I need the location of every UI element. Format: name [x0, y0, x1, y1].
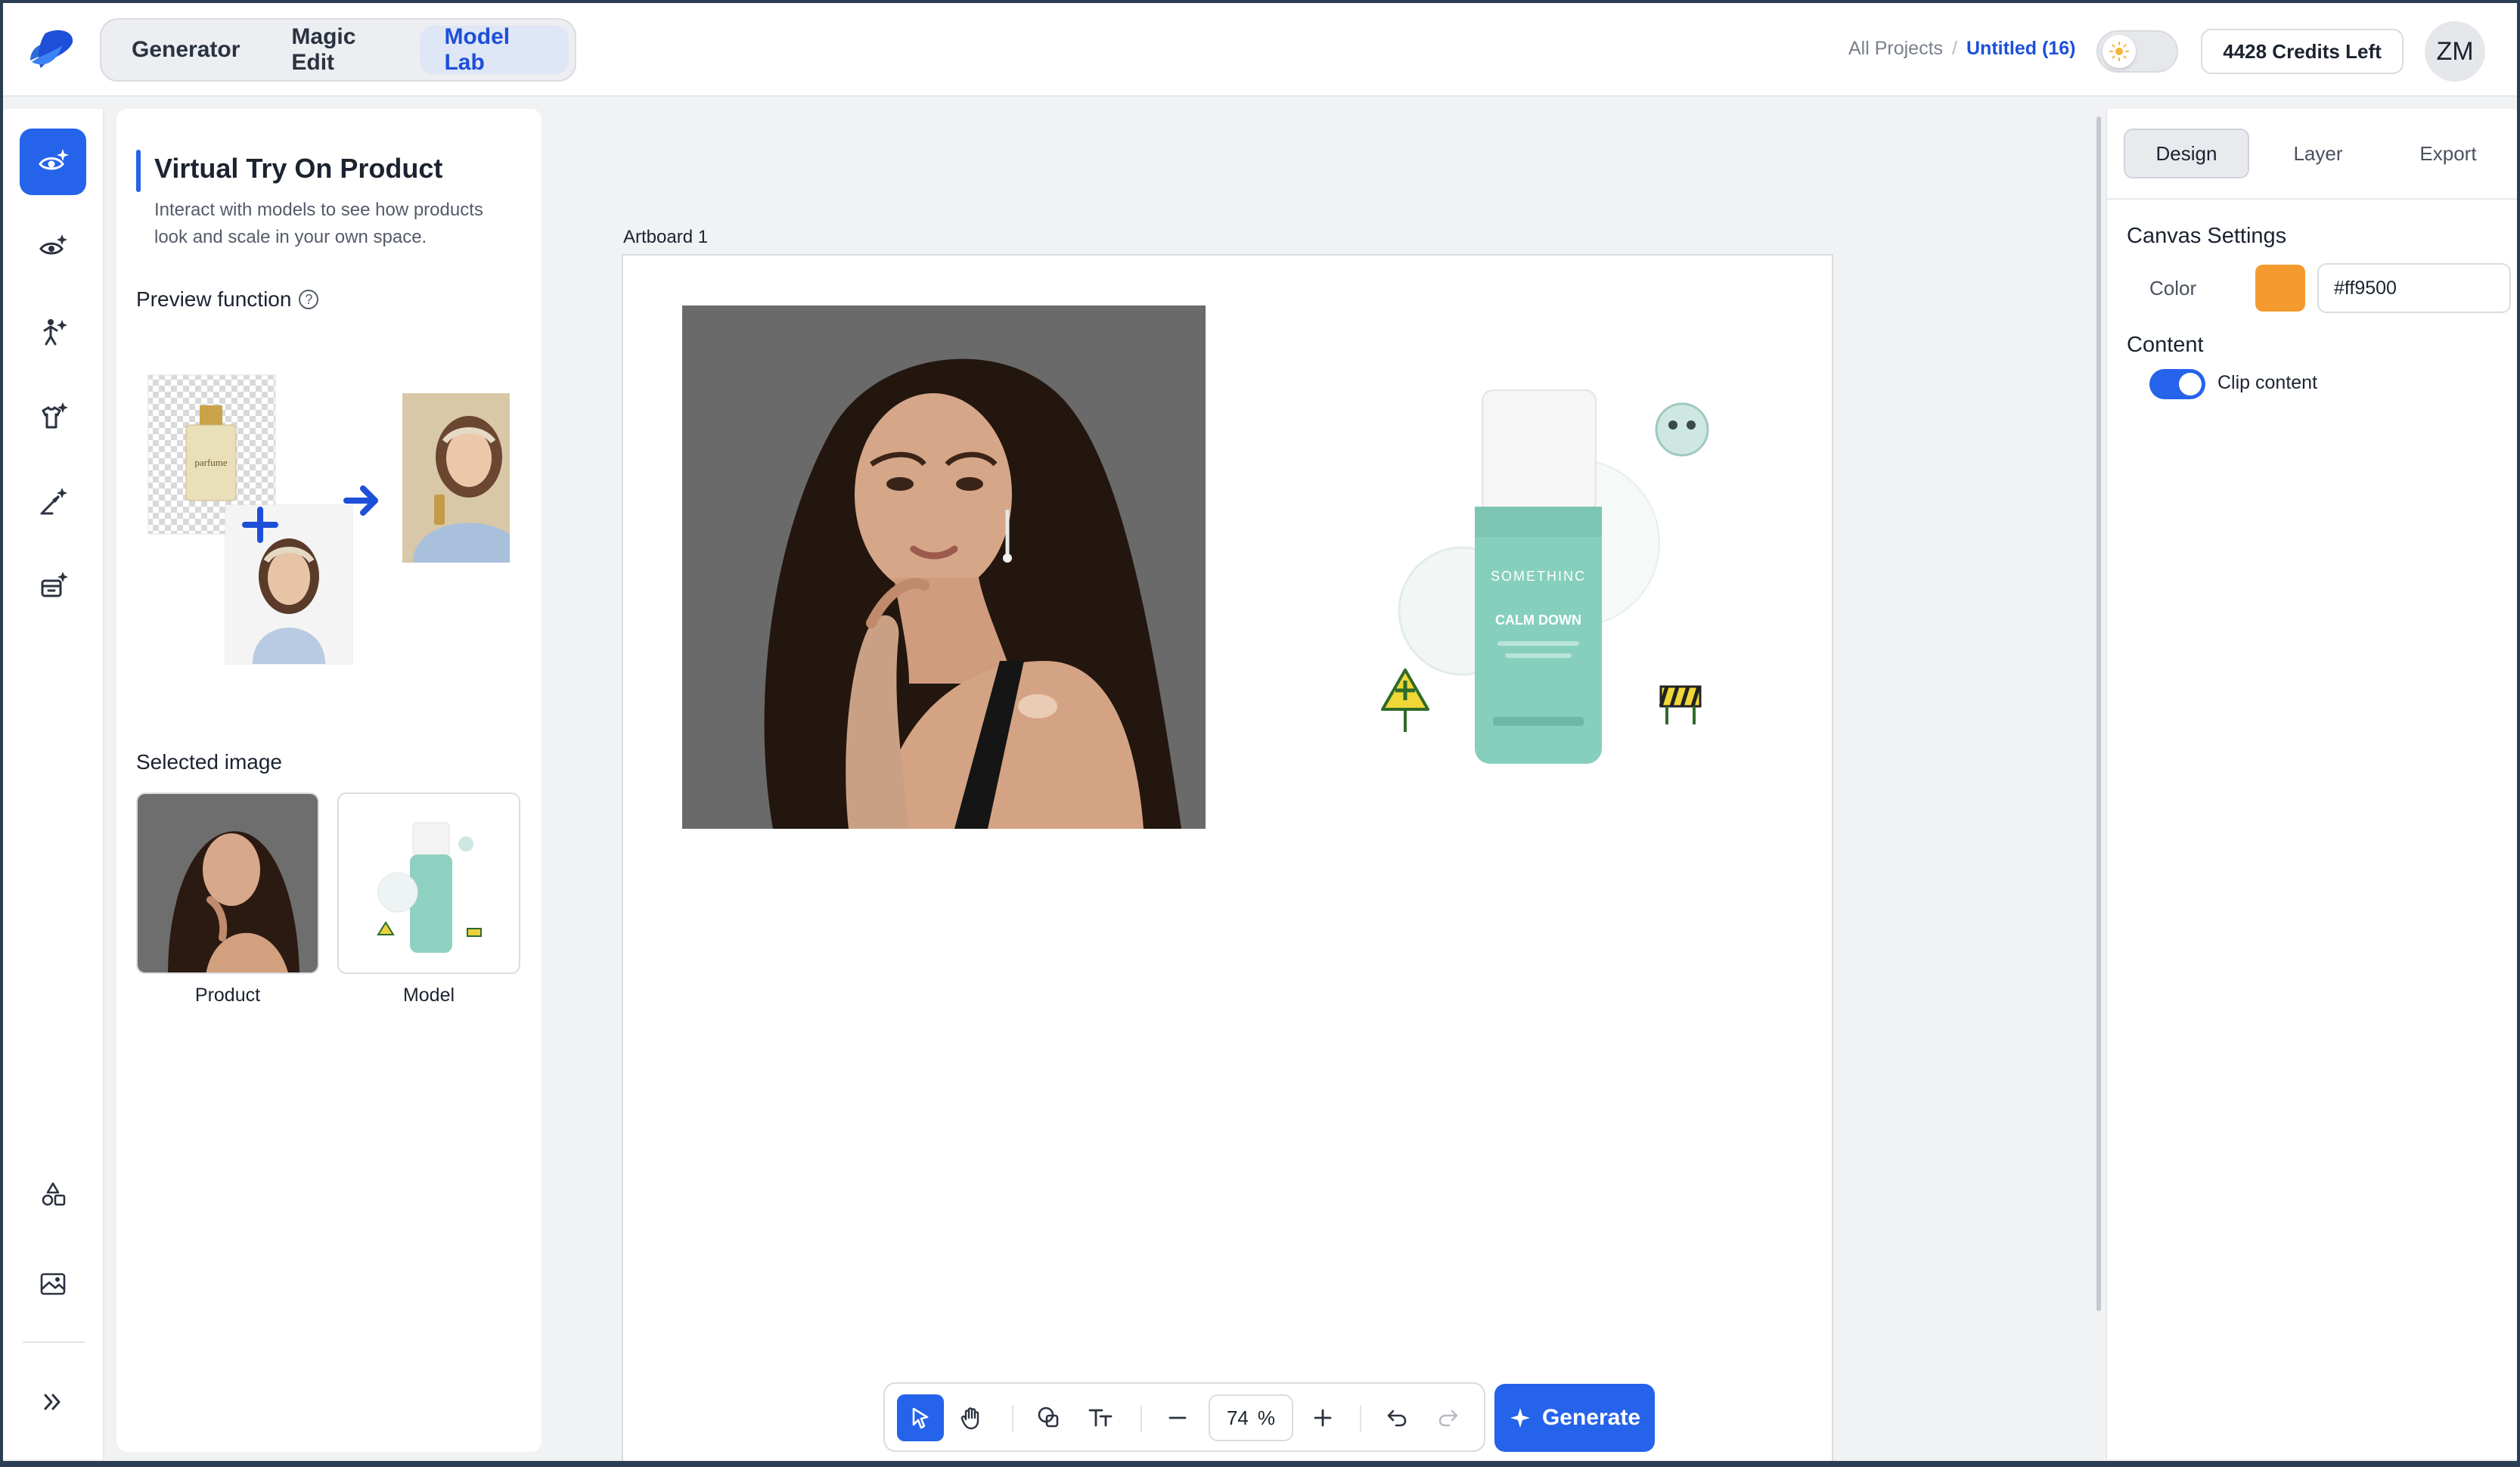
- eye-sparkle-icon: [39, 149, 69, 170]
- model-caption: Model: [402, 985, 455, 1006]
- properties-tabs: Design Layer Export: [2107, 109, 2517, 200]
- selected-image-label: Selected image: [136, 750, 283, 774]
- breadcrumb-current-project[interactable]: Untitled (16): [1966, 38, 2075, 60]
- product-thumb-image: [138, 794, 318, 972]
- shapes-overlap-icon: [1038, 1407, 1059, 1428]
- preview-function-label: Preview function ?: [136, 287, 319, 312]
- canvas-toolbar: 74 %: [883, 1382, 1485, 1452]
- canvas-scrollbar[interactable]: [2096, 116, 2101, 1311]
- tab-model-lab[interactable]: Model Lab: [420, 24, 569, 75]
- credits-badge[interactable]: 4428 Credits Left: [2201, 29, 2404, 74]
- canvas-model-photo[interactable]: [682, 305, 1206, 829]
- rail-apparel-tool[interactable]: [20, 383, 86, 449]
- panel-description: Interact with models to see how products…: [154, 200, 483, 247]
- brush-sparkle-icon: [40, 488, 67, 515]
- product-caption: Product: [194, 985, 261, 1006]
- preview-illustration: parfume: [147, 374, 510, 665]
- rail-assets[interactable]: [20, 1162, 86, 1228]
- panel-title: Virtual Try On Product: [154, 153, 443, 184]
- breadcrumb-separator: /: [1952, 38, 1957, 59]
- rail-brush-tool[interactable]: [20, 467, 86, 534]
- rail-expand-button[interactable]: [20, 1369, 86, 1435]
- person-sparkle-icon: [43, 319, 67, 346]
- artboard[interactable]: SOMETHINC CALM DOWN: [622, 254, 1833, 1461]
- redo-icon: [1438, 1410, 1458, 1427]
- text-icon: [1088, 1409, 1113, 1427]
- rail-virtual-try-on[interactable]: [20, 129, 86, 195]
- zoom-unit: %: [1257, 1406, 1276, 1429]
- product-name-text: CALM DOWN: [1495, 613, 1581, 628]
- top-bar: Generator Magic Edit Model Lab All Proje…: [3, 3, 2517, 97]
- shapes-icon: [42, 1182, 66, 1206]
- color-swatch[interactable]: [2255, 265, 2305, 312]
- eye-spark-icon: [39, 234, 67, 255]
- tab-generator[interactable]: Generator: [107, 26, 264, 74]
- shape-tool-button[interactable]: [1026, 1394, 1072, 1441]
- rail-eye-tool[interactable]: [20, 213, 86, 280]
- selected-model-thumb[interactable]: [337, 792, 520, 974]
- color-label: Color: [2149, 277, 2197, 299]
- undo-icon: [1387, 1410, 1407, 1427]
- zoom-out-button[interactable]: [1154, 1394, 1201, 1441]
- tab-layer[interactable]: Layer: [2255, 129, 2381, 178]
- selected-product-thumb[interactable]: [136, 792, 319, 974]
- canvas-settings-title: Canvas Settings: [2127, 224, 2287, 248]
- properties-panel: Design Layer Export Canvas Settings Colo…: [2106, 109, 2517, 1459]
- zoom-field[interactable]: 74 %: [1209, 1394, 1293, 1441]
- clip-content-toggle[interactable]: [2149, 369, 2205, 399]
- help-icon[interactable]: ?: [299, 290, 319, 309]
- tab-magic-edit[interactable]: Magic Edit: [267, 24, 417, 75]
- plus-icon: [1314, 1409, 1332, 1427]
- select-tool-button[interactable]: [897, 1394, 944, 1441]
- hand-tool-button[interactable]: [948, 1394, 995, 1441]
- undo-button[interactable]: [1373, 1394, 1420, 1441]
- app-window: Generator Magic Edit Model Lab All Proje…: [3, 3, 2517, 1461]
- redo-button[interactable]: [1425, 1394, 1472, 1441]
- minus-icon: [1168, 1416, 1187, 1419]
- toggle-knob: [2179, 373, 2202, 395]
- mode-tabs: Generator Magic Edit Model Lab: [100, 18, 576, 82]
- preview-function-text: Preview function: [136, 287, 292, 311]
- color-hex-input[interactable]: [2317, 263, 2511, 313]
- user-avatar[interactable]: ZM: [2425, 21, 2485, 82]
- tab-export[interactable]: Export: [2385, 129, 2511, 178]
- rail-box-tool[interactable]: [20, 552, 86, 619]
- rail-gallery[interactable]: [20, 1251, 86, 1317]
- theme-toggle[interactable]: [2096, 30, 2178, 73]
- canvas-product-photo[interactable]: SOMETHINC CALM DOWN: [1349, 286, 1743, 785]
- double-chevron-right-icon: [44, 1394, 61, 1410]
- gallery-icon: [40, 1273, 66, 1295]
- rail-divider: [23, 1341, 85, 1343]
- box-sparkle-icon: [41, 572, 68, 597]
- model-thumb-image: [339, 794, 519, 972]
- breadcrumb-all-projects[interactable]: All Projects: [1848, 38, 1943, 60]
- text-tool-button[interactable]: [1077, 1394, 1124, 1441]
- generate-label: Generate: [1541, 1405, 1641, 1430]
- zoom-value[interactable]: 74: [1227, 1407, 1249, 1430]
- hand-icon: [961, 1407, 979, 1430]
- app-logo-icon[interactable]: [24, 23, 79, 77]
- rail-person-tool[interactable]: [20, 298, 86, 364]
- sun-icon: [2109, 42, 2129, 61]
- artboard-label: Artboard 1: [623, 227, 709, 247]
- zoom-in-button[interactable]: [1299, 1394, 1346, 1441]
- content-title: Content: [2127, 333, 2204, 357]
- preview-bottle-label: parfume: [194, 457, 228, 468]
- tab-design[interactable]: Design: [2124, 129, 2249, 178]
- clip-content-label: Clip content: [2217, 372, 2318, 393]
- sparkle-icon: [1510, 1408, 1530, 1428]
- toolbar-separator: [1360, 1405, 1361, 1432]
- shirt-sparkle-icon: [42, 402, 68, 429]
- cursor-icon: [912, 1407, 929, 1429]
- generate-button[interactable]: Generate: [1494, 1384, 1655, 1452]
- toolbar-separator: [1141, 1405, 1142, 1432]
- tool-panel: Virtual Try On Product Interact with mod…: [116, 109, 542, 1452]
- breadcrumb: All Projects / Untitled (16): [1848, 38, 2075, 60]
- toolbar-separator: [1012, 1405, 1013, 1432]
- tool-rail: [3, 109, 104, 1459]
- title-accent-bar: [136, 150, 141, 192]
- product-brand-text: SOMETHINC: [1491, 569, 1586, 584]
- theme-toggle-knob: [2103, 35, 2136, 68]
